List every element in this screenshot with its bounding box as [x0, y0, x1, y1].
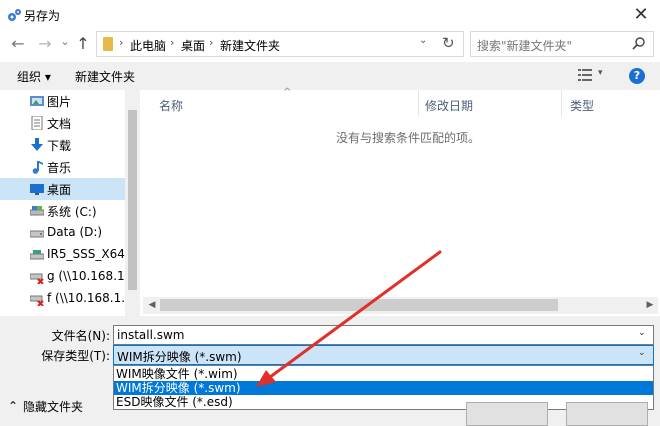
- drive-icon: [30, 248, 44, 262]
- view-options-icon[interactable]: [578, 68, 592, 82]
- scroll-left-icon[interactable]: ◀: [145, 297, 159, 314]
- window-title: 另存为: [24, 9, 61, 23]
- chevron-down-icon[interactable]: ⌄: [638, 348, 646, 358]
- help-icon[interactable]: ?: [629, 68, 645, 84]
- scroll-right-icon[interactable]: ▶: [643, 297, 657, 314]
- column-header-name[interactable]: 名称: [159, 97, 183, 114]
- gear-icon: [6, 7, 22, 23]
- filetype-option-wim[interactable]: WIM映像文件 (*.wim): [114, 367, 653, 381]
- sidebar-item-network-g[interactable]: g (\\10.168.1.10: [0, 266, 140, 288]
- address-bar[interactable]: › 此电脑 › 桌面 › 新建文件夹 ⌄ ↻: [96, 31, 464, 57]
- chevron-down-icon[interactable]: ⌄: [638, 328, 646, 338]
- sidebar-item-label: 桌面: [47, 183, 72, 197]
- address-history-dropdown[interactable]: ⌄: [419, 35, 435, 46]
- breadcrumb-new-folder[interactable]: 新建文件夹: [220, 37, 280, 54]
- sidebar-item-label: Data (D:): [47, 225, 103, 239]
- sidebar-item-system-c[interactable]: 系统 (C:): [0, 200, 125, 222]
- column-divider[interactable]: [561, 90, 562, 116]
- pictures-icon: [30, 94, 44, 108]
- navigation-pane: 图片 文档 下载 音乐 桌面 系统 (C:) Data (D:) IR5_SSS…: [0, 90, 140, 316]
- sidebar-item-pictures[interactable]: 图片: [0, 90, 125, 112]
- desktop-icon: [30, 182, 44, 196]
- music-icon: [30, 160, 44, 174]
- file-list: ^ 名称 修改日期 类型: [143, 87, 660, 316]
- save-button[interactable]: [466, 402, 548, 426]
- sidebar-item-documents[interactable]: 文档: [0, 112, 125, 134]
- recent-locations-button[interactable]: ⌄: [58, 30, 72, 54]
- command-bar: 组织 ▾ 新建文件夹 ▾ ?: [0, 62, 660, 90]
- network-drive-icon: [30, 292, 44, 306]
- new-folder-button[interactable]: 新建文件夹: [75, 68, 135, 85]
- search-icon[interactable]: [631, 36, 647, 52]
- filename-label: 文件名(N):: [51, 329, 110, 343]
- sidebar-item-label: 下载: [47, 139, 72, 153]
- sidebar-item-label: 音乐: [47, 161, 72, 175]
- organize-button[interactable]: 组织 ▾: [17, 68, 51, 85]
- column-divider[interactable]: [418, 90, 419, 116]
- sidebar-item-label: 系统 (C:): [47, 205, 97, 219]
- chevron-up-icon: ⌃: [8, 399, 19, 413]
- file-list-scroll-thumb[interactable]: [160, 299, 558, 311]
- filename-input[interactable]: install.swm: [117, 328, 185, 342]
- hide-folders-label: 隐藏文件夹: [23, 400, 84, 414]
- search-input[interactable]: 搜索"新建文件夹": [477, 37, 572, 54]
- forward-button[interactable]: →: [35, 32, 55, 56]
- column-header-type[interactable]: 类型: [570, 97, 594, 114]
- cancel-button[interactable]: [566, 402, 648, 426]
- drive-icon: [30, 204, 44, 218]
- filetype-label: 保存类型(T):: [41, 349, 110, 363]
- breadcrumb-separator: ›: [209, 36, 214, 49]
- sidebar-item-music[interactable]: 音乐: [0, 156, 125, 178]
- breadcrumb-desktop[interactable]: 桌面: [181, 37, 205, 54]
- search-box[interactable]: 搜索"新建文件夹": [470, 31, 654, 57]
- drive-icon: [30, 226, 44, 240]
- view-options-dropdown[interactable]: ▾: [598, 68, 603, 78]
- network-drive-icon: [30, 270, 44, 284]
- breadcrumb-separator: ›: [170, 36, 175, 49]
- filename-field[interactable]: install.swm ⌄: [113, 325, 654, 345]
- back-button[interactable]: ←: [8, 32, 28, 56]
- filetype-option-swm[interactable]: WIM拆分映像 (*.swm): [114, 381, 653, 395]
- folder-icon: [103, 37, 113, 51]
- filetype-selected-value[interactable]: WIM拆分映像 (*.swm): [117, 348, 242, 365]
- sidebar-item-downloads[interactable]: 下载: [0, 134, 125, 156]
- refresh-button[interactable]: ↻: [442, 34, 460, 52]
- navigation-pane-scroll-thumb[interactable]: [128, 110, 137, 290]
- close-button[interactable]: ✕: [626, 2, 656, 28]
- download-icon: [30, 138, 44, 152]
- sidebar-item-label: 文档: [47, 117, 72, 131]
- breadcrumb-this-pc[interactable]: 此电脑: [130, 37, 166, 54]
- column-header-modified[interactable]: 修改日期: [425, 97, 473, 114]
- sidebar-item-data-d[interactable]: Data (D:): [0, 222, 125, 244]
- sort-indicator-icon: ^: [283, 87, 292, 98]
- sidebar-item-desktop[interactable]: 桌面: [0, 178, 125, 200]
- filetype-select[interactable]: WIM拆分映像 (*.swm) ⌄: [113, 345, 654, 365]
- sidebar-item-ir5-f[interactable]: IR5_SSS_X64 (F:: [0, 244, 140, 266]
- sidebar-item-network-f[interactable]: f (\\10.168.1.10: [0, 288, 140, 310]
- title-bar: 另存为 ✕: [0, 0, 660, 30]
- sidebar-item-label: 图片: [47, 95, 72, 109]
- empty-results-message: 没有与搜索条件匹配的项。: [336, 131, 481, 145]
- breadcrumb-separator: ›: [119, 36, 124, 49]
- up-button[interactable]: ↑: [74, 32, 92, 56]
- hide-folders-toggle[interactable]: ⌃ 隐藏文件夹: [8, 398, 98, 414]
- documents-icon: [30, 116, 44, 130]
